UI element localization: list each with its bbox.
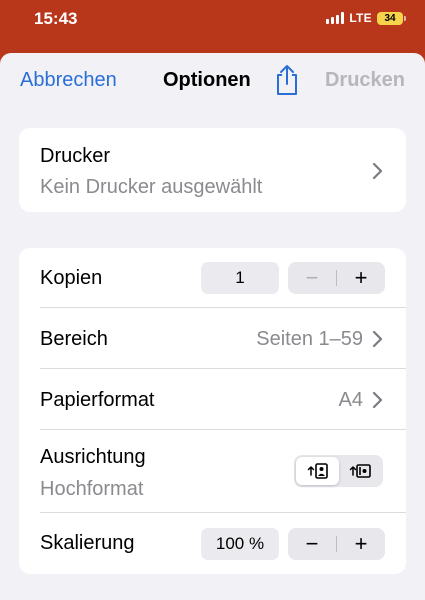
copies-increment-button[interactable]: + xyxy=(337,262,385,294)
battery-icon: 34 xyxy=(377,11,406,25)
scaling-stepper: − + xyxy=(288,528,385,560)
print-button[interactable]: Drucken xyxy=(325,69,405,92)
chevron-right-icon xyxy=(372,162,383,180)
paper-format-value: A4 xyxy=(338,389,363,411)
copies-field[interactable]: 1 xyxy=(201,262,279,294)
status-indicators: LTE 34 xyxy=(326,11,406,25)
copies-stepper: − + xyxy=(288,262,385,294)
orientation-segmented-control xyxy=(294,455,383,487)
printer-selector[interactable]: Drucker Kein Drucker ausgewählt xyxy=(19,128,406,212)
signal-icon xyxy=(326,12,345,24)
copies-row: Kopien 1 − + xyxy=(19,248,406,308)
scaling-field[interactable]: 100 % xyxy=(201,528,279,560)
cancel-button[interactable]: Abbrechen xyxy=(20,69,117,92)
page-title: Optionen xyxy=(163,69,251,91)
scaling-decrement-button[interactable]: − xyxy=(288,528,336,560)
orientation-row: Ausrichtung Hochformat xyxy=(19,430,406,513)
print-options-sheet: Abbrechen Optionen Drucken Drucker Kein … xyxy=(0,53,425,600)
range-value: Seiten 1–59 xyxy=(256,328,363,350)
chevron-right-icon xyxy=(372,330,383,348)
scaling-row: Skalierung 100 % − + xyxy=(19,513,406,574)
landscape-option[interactable] xyxy=(338,457,381,485)
portrait-icon xyxy=(307,463,328,479)
scaling-label: Skalierung xyxy=(40,532,135,554)
copies-decrement-button[interactable]: − xyxy=(288,262,336,294)
printer-value: Kein Drucker ausgewählt xyxy=(40,176,263,198)
range-label: Bereich xyxy=(40,328,108,350)
orientation-value: Hochformat xyxy=(40,478,144,500)
status-time: 15:43 xyxy=(34,9,78,28)
scaling-increment-button[interactable]: + xyxy=(337,528,385,560)
orientation-label: Ausrichtung xyxy=(40,446,146,468)
network-type: LTE xyxy=(349,11,372,25)
printer-label: Drucker xyxy=(40,145,111,167)
range-row[interactable]: Bereich Seiten 1–59 xyxy=(19,308,406,369)
print-options-list: Kopien 1 − + Bereich Seiten 1–59 Papierf… xyxy=(19,248,406,574)
share-icon[interactable] xyxy=(273,63,301,97)
portrait-option[interactable] xyxy=(296,457,339,485)
navigation-bar: Abbrechen Optionen Drucken xyxy=(0,53,425,109)
copies-label: Kopien xyxy=(40,267,103,289)
paper-format-label: Papierformat xyxy=(40,389,155,411)
paper-format-row[interactable]: Papierformat A4 xyxy=(19,369,406,430)
status-bar: 15:43 LTE 34 xyxy=(0,0,425,44)
landscape-icon xyxy=(349,464,371,478)
battery-level: 34 xyxy=(384,12,396,24)
chevron-right-icon xyxy=(372,391,383,409)
